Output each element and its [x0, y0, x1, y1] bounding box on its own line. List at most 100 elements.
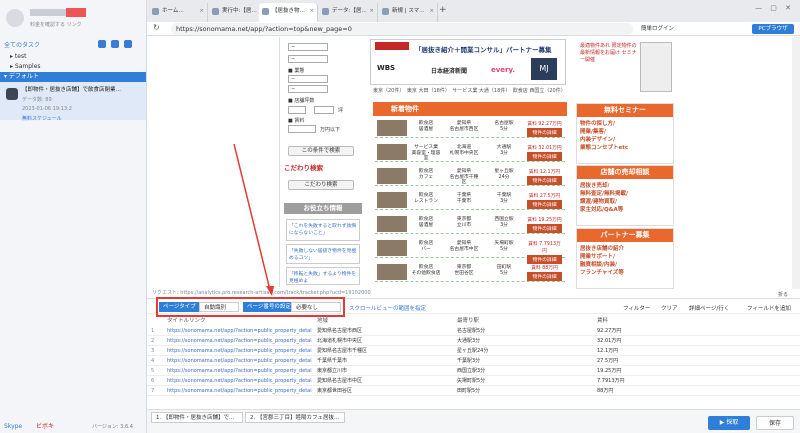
detail-button[interactable]: 詳細ページ/行く — [689, 304, 729, 312]
filter-button[interactable]: フィルター — [623, 304, 650, 312]
listing-photo[interactable] — [377, 240, 407, 256]
row-link[interactable]: https://sonomama.net/app/?action=public_… — [167, 337, 312, 346]
detail-link[interactable]: 物件の詳細 — [527, 152, 562, 161]
tsubo-min[interactable] — [288, 106, 306, 114]
table-row[interactable]: 7 https://sonomama.net/app/?action=public… — [147, 387, 800, 396]
listing-row[interactable]: 飲食店 カフェ 愛知県 名古屋市千種区 星ヶ丘駅 24分 賃料 12.1万円 物件の詳細 — [375, 166, 565, 186]
tree-folder-test[interactable]: ▸ test — [0, 52, 146, 62]
row-number: 1 — [151, 328, 155, 334]
detail-link[interactable]: 物件の詳細 — [527, 224, 562, 233]
detail-link[interactable]: 物件の詳細 — [527, 176, 562, 185]
info-link-3[interactable]: 「移転と失敗」するより物件を見極めよ — [286, 267, 360, 285]
partner-card[interactable]: パートナー募集 居抜き店舗の紹介 開業サポート/ 融資相談/内装/ フランチャイ… — [576, 228, 674, 289]
tree-folder-samples[interactable]: ▸ Samples — [0, 62, 146, 72]
tab-new[interactable]: 新規 | スマ… × — [379, 3, 438, 22]
row-link[interactable]: https://sonomama.net/app/?action=public_… — [167, 357, 312, 366]
new-tab-icon[interactable]: + — [439, 5, 447, 15]
pc-browser-button[interactable]: PCブラウザ — [752, 24, 794, 34]
tab-data[interactable]: データ:【居… × — [319, 3, 378, 22]
search-button[interactable]: この条件で検索 — [288, 146, 354, 156]
listing-photo[interactable] — [377, 120, 407, 136]
weibo-link[interactable]: ビボキ — [36, 421, 54, 433]
row-number: 6 — [151, 378, 155, 384]
listing-row[interactable]: 飲食店 その他飲食店 東京都 世田谷区 田町駅 5分 賃料 88万円 物件の詳細 — [375, 262, 565, 282]
sale-title: 店舗の売却相談 — [577, 166, 673, 179]
close-icon[interactable]: × — [309, 3, 314, 20]
select-kind[interactable]: − — [288, 75, 328, 83]
listing-row[interactable]: 飲食店 居酒屋 東京都 立川市 西国立駅 3分 賃料 19.25万円 物件の詳細 — [375, 214, 565, 234]
row-link[interactable]: https://sonomama.net/app/?action=public_… — [167, 327, 312, 336]
listing-photo[interactable] — [377, 216, 407, 232]
table-row[interactable]: 3 https://sonomama.net/app/?action=public… — [147, 347, 800, 356]
listing-price: 賃料 92.27万円 物件の詳細 — [527, 120, 562, 137]
detail-link[interactable]: 物件の詳細 — [527, 272, 562, 281]
listing-photo[interactable] — [377, 264, 407, 280]
listing-row[interactable]: 飲食店 レストラン 千葉県 千葉市 千葉駅 3分 賃料 27.5万円 物件の詳細 — [375, 190, 565, 210]
address-input[interactable]: https://sonomama.net/app/?action=top&new… — [171, 23, 633, 35]
bottom-tab-1[interactable]: 1. 【即物件・居抜き店舗】で… — [151, 412, 243, 423]
row-link[interactable]: https://sonomama.net/app/?action=public_… — [167, 377, 312, 386]
table-row[interactable]: 6 https://sonomama.net/app/?action=public… — [147, 377, 800, 386]
row-link[interactable]: https://sonomama.net/app/?action=public_… — [167, 387, 312, 396]
close-icon[interactable]: × — [369, 3, 374, 20]
account-sub[interactable]: 料金を確認する リンク — [30, 21, 82, 28]
import-icon[interactable] — [111, 40, 119, 48]
table-row[interactable]: 1 https://sonomama.net/app/?action=public… — [147, 327, 800, 336]
promo-top-right[interactable]: 最適物件あれ 限定物件の 最新情報をお届け セミナー開催 — [576, 38, 674, 98]
listing-row[interactable]: 飲食店 居酒屋 愛知県 名古屋市西区 名古屋駅 5分 賃料 92.27万円 物件の詳細 — [375, 118, 565, 138]
tab-home[interactable]: ホーム… × — [149, 3, 208, 22]
partner-banner[interactable]: 「居抜き紹介＋開業コンサル」パートナー募集 WBS 日本経済新聞 every. … — [370, 39, 566, 85]
close-icon[interactable]: × — [429, 3, 434, 20]
task-item[interactable]: 【即物件・居抜き店舗】で飲食店閉業… データ数: 89 2023-01-06 1… — [0, 82, 146, 122]
bottom-tab-2[interactable]: 2. 【宮郡三丁目】睦陽カフェ居抜… — [245, 412, 345, 423]
version-text: バージョン: 3.6.4 — [92, 424, 133, 430]
info-link-2[interactable]: 「失敗しない居抜き物件を見極めるコツ」 — [286, 244, 360, 264]
sale-card[interactable]: 店舗の売却相談 居抜き売却/ 無料査定/無料掲載/ 譲渡/建物買取/ 家主対応/… — [576, 165, 674, 226]
clear-button[interactable]: クリア — [661, 304, 678, 312]
table-row[interactable]: 5 https://sonomama.net/app/?action=public… — [147, 367, 800, 376]
new-folder-icon[interactable] — [124, 40, 132, 48]
skype-link[interactable]: Skype — [4, 421, 22, 433]
info-link-1[interactable]: 「これを失敗すると取れず後悔にならないこと」 — [286, 219, 360, 241]
detail-link[interactable]: 物件の詳細 — [527, 128, 562, 137]
account-area[interactable]: 料金を確認する リンク — [6, 6, 142, 30]
avatar[interactable] — [6, 9, 24, 27]
listing-row[interactable]: 飲食店 バー 愛知県 名古屋市中区 矢場町駅 5分 賃料 7.7913万円 物件の詳細 — [375, 238, 565, 264]
add-task-icon[interactable] — [98, 40, 106, 48]
refresh-icon[interactable]: ↻ — [153, 23, 160, 32]
task-status[interactable]: 無料スケジュール — [22, 115, 142, 122]
table-row[interactable]: 2 https://sonomama.net/app/?action=public… — [147, 337, 800, 346]
save-button[interactable]: 保存 — [756, 416, 794, 430]
run-button[interactable]: ▶ 採取 — [708, 416, 750, 430]
rent-input[interactable] — [288, 125, 316, 133]
listing-row[interactable]: サービス業 美容室・理容室 北海道 札幌市中央区 大通駅 3分 賃料 32.01万円物… — [375, 142, 565, 162]
table-row[interactable]: 4 https://sonomama.net/app/?action=public… — [147, 357, 800, 366]
scroll-link[interactable]: スクロールビューの範囲を指定 — [349, 304, 426, 312]
login-link[interactable]: 簡単ログイン — [641, 24, 674, 32]
row-link[interactable]: https://sonomama.net/app/?action=public_… — [167, 367, 312, 376]
page-scrollbar[interactable] — [792, 37, 800, 289]
tree-folder-default[interactable]: ▾ デフォルト — [0, 72, 146, 82]
select-2[interactable]: − — [288, 55, 328, 63]
seminar-card[interactable]: 無料セミナー 物件の探し方/ 開業/集客/ 内装デザイン/ 業態コンセプトetc — [576, 103, 674, 164]
add-field-button[interactable]: フィールドを追加 — [747, 304, 791, 312]
select-1[interactable]: − — [288, 43, 328, 51]
tab-label: 実行中:【居… — [222, 8, 257, 14]
listing-rent: 賃料 12.1万円 — [528, 170, 561, 175]
row-link[interactable]: https://sonomama.net/app/?action=public_… — [167, 347, 312, 356]
task-header-label: 全てのタスク — [4, 42, 41, 49]
close-icon[interactable]: × — [199, 3, 204, 20]
listing-area: 愛知県 名古屋市中区 — [449, 241, 479, 252]
listing-photo[interactable] — [377, 192, 407, 208]
window-controls[interactable]: — ▢ ✕ — [755, 4, 794, 12]
listing-photo[interactable] — [377, 144, 407, 160]
select-kind2[interactable]: − — [288, 85, 328, 93]
kodawari-button[interactable]: こだわり検索 — [288, 180, 354, 190]
listing-photo[interactable] — [377, 168, 407, 184]
tab-active[interactable]: 【居抜き物… × — [259, 3, 318, 22]
detail-link[interactable]: 物件の詳細 — [527, 200, 562, 209]
fold-button[interactable]: 折る — [778, 291, 788, 298]
task-date: 2023-01-06 19:13:2 — [22, 106, 72, 112]
tsubo-max[interactable] — [314, 106, 334, 114]
row-station: 西国立駅3分 — [457, 368, 486, 374]
